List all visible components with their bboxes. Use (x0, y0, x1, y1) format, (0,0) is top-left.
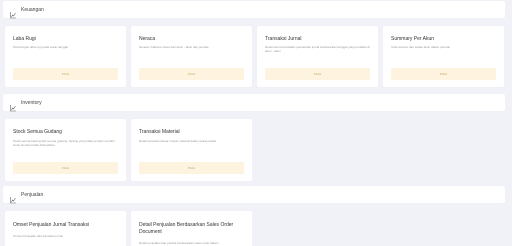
bar-chart-icon (9, 6, 17, 18)
select-button[interactable]: PILIH (139, 68, 244, 80)
card-title: Transaksi Material (139, 129, 180, 135)
card-omset-penjualan: Omset Penjualan Jurnal Transaksi Omset P… (5, 211, 126, 246)
select-button[interactable]: PILIH (13, 162, 118, 174)
card-laba-rugi: Laba Rugi Perhitungan laba rugi pada sua… (5, 26, 126, 87)
card-description: Omset Penjualan dari transaksi jurnal (13, 234, 63, 238)
card-title: Stock Semua Gudang (13, 129, 62, 135)
card-description: Detail semua transaksi pencatatan jurnal… (265, 45, 370, 53)
card-transaksi-jurnal: Transaksi Jurnal Detail semua transaksi … (257, 26, 378, 87)
section-header-keuangan: Keuangan (3, 1, 505, 18)
section-title: Keuangan (21, 6, 44, 13)
section-title: Penjualan (21, 191, 44, 198)
bar-chart-icon (9, 191, 17, 203)
card-description: Detail penjualan tiap produk berdasarkan… (139, 241, 219, 245)
section-header-penjualan: Penjualan (3, 186, 505, 203)
select-button[interactable]: PILIH (139, 162, 244, 174)
card-title: Neraca (139, 36, 156, 42)
card-title: Laba Rugi (13, 36, 36, 42)
card-description: Stock semua barang dari semua gudang, ba… (13, 139, 115, 147)
select-button[interactable]: PILIH (13, 68, 118, 80)
select-button[interactable]: PILIH (391, 68, 496, 80)
section-header-inventory: Inventory (3, 94, 505, 111)
card-description: Detail transaksi keluar masuk material d… (139, 139, 217, 143)
card-summary-per-akun: Summary Per Akun Total amount dari setia… (383, 26, 504, 87)
card-transaksi-material: Transaksi Material Detail transaksi kelu… (131, 119, 252, 181)
card-description: Perhitungan laba rugi pada suatu tanggal (13, 45, 68, 49)
card-title: Detail Penjualan Berdasarkan Sales Order… (139, 222, 234, 235)
card-title: Transaksi Jurnal (265, 36, 302, 42)
card-stock-semua-gudang: Stock Semua Gudang Stock semua barang da… (5, 119, 126, 181)
card-detail-penjualan: Detail Penjualan Berdasarkan Sales Order… (131, 211, 252, 246)
card-title: Summary Per Akun (391, 36, 435, 42)
card-title: Omset Penjualan Jurnal Transaksi (13, 222, 90, 228)
select-button[interactable]: PILIH (265, 68, 370, 80)
bar-chart-icon (9, 99, 17, 111)
card-description: Neraca / balance sheet dari akun - akun … (139, 45, 209, 49)
section-title: Inventory (21, 99, 42, 106)
card-neraca: Neraca Neraca / balance sheet dari akun … (131, 26, 252, 87)
card-description: Total amount dari setiap akun dalam peri… (391, 45, 451, 49)
